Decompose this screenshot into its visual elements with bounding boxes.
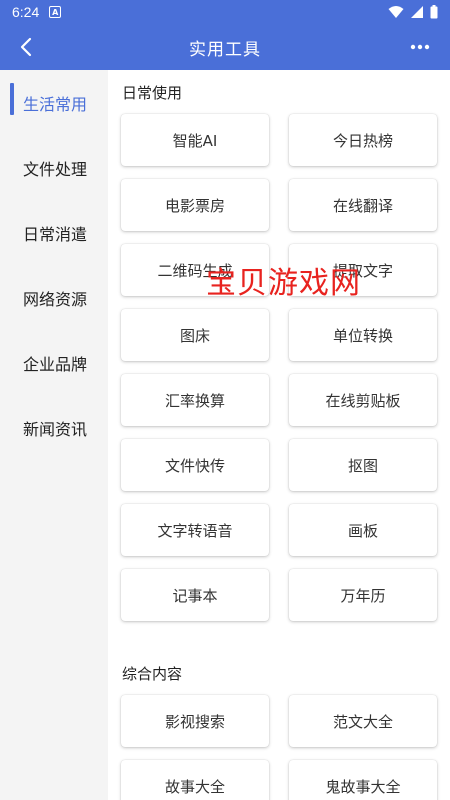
tool-tile[interactable]: 范文大全 <box>289 695 437 747</box>
tool-tile[interactable]: 抠图 <box>289 439 437 491</box>
app-bar: 实用工具 <box>0 24 450 70</box>
tool-tile[interactable]: 记事本 <box>121 569 269 621</box>
battery-icon <box>430 5 438 19</box>
tool-tile[interactable]: 今日热榜 <box>289 114 437 166</box>
signal-icon <box>411 6 423 18</box>
tool-tile[interactable]: 在线翻译 <box>289 179 437 231</box>
tool-tile[interactable]: 在线剪贴板 <box>289 374 437 426</box>
sidebar-item-files[interactable]: 文件处理 <box>0 135 108 200</box>
more-dots-icon <box>410 44 430 50</box>
chevron-left-icon <box>20 37 32 57</box>
sidebar-item-label: 文件处理 <box>23 159 88 179</box>
tool-tile[interactable]: 汇率换算 <box>121 374 269 426</box>
back-button[interactable] <box>10 31 42 63</box>
tool-grid: 影视搜索 范文大全 故事大全 鬼故事大全 <box>108 695 450 800</box>
more-button[interactable] <box>404 31 436 63</box>
a-badge-icon: A <box>49 6 62 18</box>
tool-tile[interactable]: 万年历 <box>289 569 437 621</box>
section-title: 日常使用 <box>122 83 183 102</box>
sidebar-item-network[interactable]: 网络资源 <box>0 265 108 330</box>
tool-tile[interactable]: 影视搜索 <box>121 695 269 747</box>
status-bar: 6:24 A <box>0 0 450 24</box>
sidebar-item-label: 企业品牌 <box>23 354 88 374</box>
status-icons <box>388 5 438 19</box>
sidebar-item-label: 新闻资讯 <box>23 419 88 439</box>
tool-tile[interactable]: 文件快传 <box>121 439 269 491</box>
tool-tile[interactable]: 二维码生成 <box>121 244 269 296</box>
tool-tile[interactable]: 图床 <box>121 309 269 361</box>
tool-grid: 智能AI 今日热榜 电影票房 在线翻译 二维码生成 提取文字 图床 单位转换 汇… <box>108 114 450 621</box>
sidebar-item-label: 日常消遣 <box>23 224 88 244</box>
page-title: 实用工具 <box>189 39 261 60</box>
sidebar-item-label: 网络资源 <box>23 289 88 309</box>
tool-tile[interactable]: 文字转语音 <box>121 504 269 556</box>
status-time: 6:24 <box>12 4 40 20</box>
sidebar-item-news[interactable]: 新闻资讯 <box>0 395 108 460</box>
section-title: 综合内容 <box>122 664 183 683</box>
sidebar-item-label: 生活常用 <box>23 94 88 114</box>
tool-panel: 日常使用 智能AI 今日热榜 电影票房 在线翻译 二维码生成 提取文字 图床 单… <box>108 70 450 800</box>
tool-tile[interactable]: 单位转换 <box>289 309 437 361</box>
tool-tile[interactable]: 智能AI <box>121 114 269 166</box>
tool-tile[interactable]: 画板 <box>289 504 437 556</box>
sidebar-item-life[interactable]: 生活常用 <box>0 70 108 135</box>
wifi-icon <box>388 6 404 18</box>
category-sidebar: 生活常用 文件处理 日常消遣 网络资源 企业品牌 新闻资讯 <box>0 70 108 800</box>
tool-tile[interactable]: 电影票房 <box>121 179 269 231</box>
sidebar-item-brand[interactable]: 企业品牌 <box>0 330 108 395</box>
tool-tile[interactable]: 故事大全 <box>121 760 269 800</box>
tool-tile[interactable]: 鬼故事大全 <box>289 760 437 800</box>
sidebar-item-leisure[interactable]: 日常消遣 <box>0 200 108 265</box>
tool-tile[interactable]: 提取文字 <box>289 244 437 296</box>
